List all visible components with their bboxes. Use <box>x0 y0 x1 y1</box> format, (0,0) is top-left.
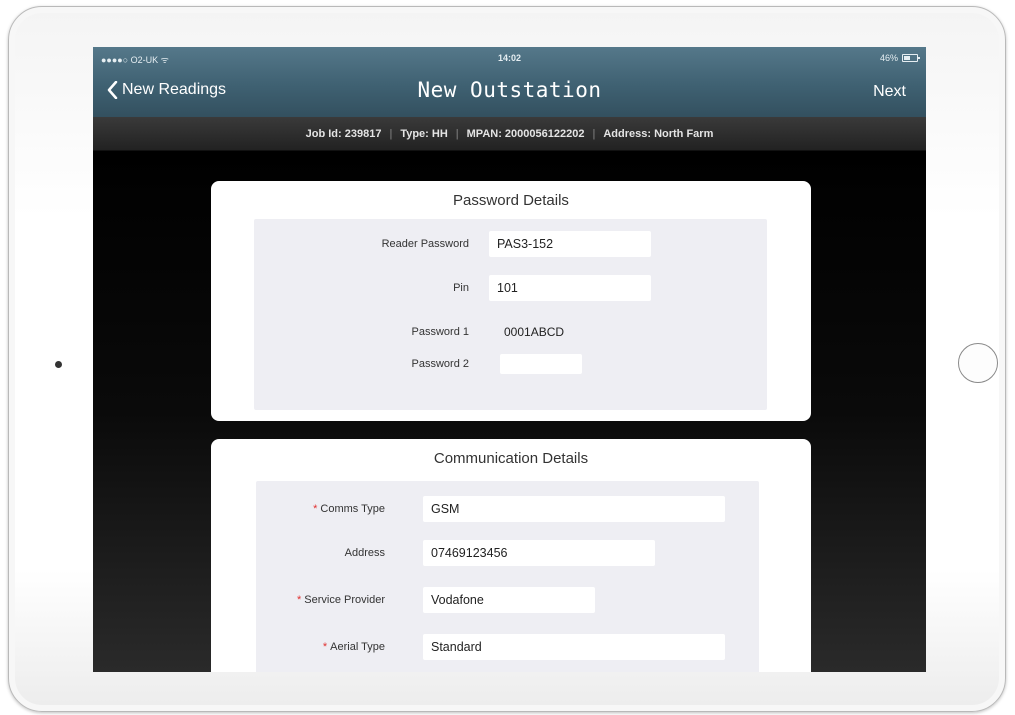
battery-icon <box>902 54 920 62</box>
required-marker: * <box>322 641 328 653</box>
app-screen: ●●●●○ O2-UK ᯤ 14:02 46% New Readings New… <box>93 47 926 672</box>
job-address: Address: North Farm <box>603 127 714 140</box>
communication-details-title: Communication Details <box>433 450 589 467</box>
navigation-bar: ●●●●○ O2-UK ᯤ 14:02 46% New Readings New… <box>93 47 926 117</box>
separator: | <box>455 127 459 140</box>
password2-label: Password 2 <box>411 358 469 370</box>
job-id: Job Id: 239817 <box>305 127 382 140</box>
separator: | <box>389 127 393 140</box>
battery-percent: 46% <box>879 53 898 63</box>
page-title: New Outstation <box>417 78 602 102</box>
battery-status: 46% <box>879 53 920 63</box>
job-info-bar: Job Id: 239817 | Type: HH | MPAN: 200005… <box>93 117 926 151</box>
required-marker: * <box>297 594 302 606</box>
communication-details-form: *Comms Type Address *Service Provider *A… <box>256 481 759 672</box>
pin-label: Pin <box>453 282 469 294</box>
password1-label: Password 1 <box>411 326 469 338</box>
required-marker: * <box>313 503 318 515</box>
password-details-card: Password Details Reader Password Pin Pas… <box>211 181 811 421</box>
address-label: Address <box>344 547 385 559</box>
home-button[interactable] <box>958 343 998 383</box>
password-details-title: Password Details <box>453 192 569 209</box>
address-input[interactable] <box>423 540 655 566</box>
password2-input[interactable] <box>500 354 582 374</box>
job-mpan: MPAN: 2000056122202 <box>466 127 585 140</box>
communication-details-card: Communication Details *Comms Type Addres… <box>211 439 811 672</box>
separator: | <box>592 127 596 140</box>
password1-value: 0001ABCD <box>504 325 565 339</box>
reader-password-input[interactable] <box>489 231 651 257</box>
job-type: Type: HH <box>400 127 448 140</box>
form-content: Password Details Reader Password Pin Pas… <box>93 151 926 672</box>
aerial-type-input[interactable] <box>423 634 725 660</box>
next-button[interactable]: Next <box>873 83 906 101</box>
service-provider-label: * Service Provider <box>297 594 385 606</box>
camera-icon <box>55 361 62 368</box>
reader-password-label: Reader Password <box>381 238 469 250</box>
aerial-type-label: * Aerial Type <box>322 641 385 653</box>
password-details-form: Reader Password Pin Password 1 0001ABCD … <box>254 219 767 410</box>
comms-type-input[interactable] <box>423 496 725 522</box>
comms-type-label: * Comms Type <box>313 503 385 515</box>
status-time: 14:02 <box>497 53 522 63</box>
service-provider-input[interactable] <box>423 587 595 613</box>
pin-input[interactable] <box>489 275 651 301</box>
